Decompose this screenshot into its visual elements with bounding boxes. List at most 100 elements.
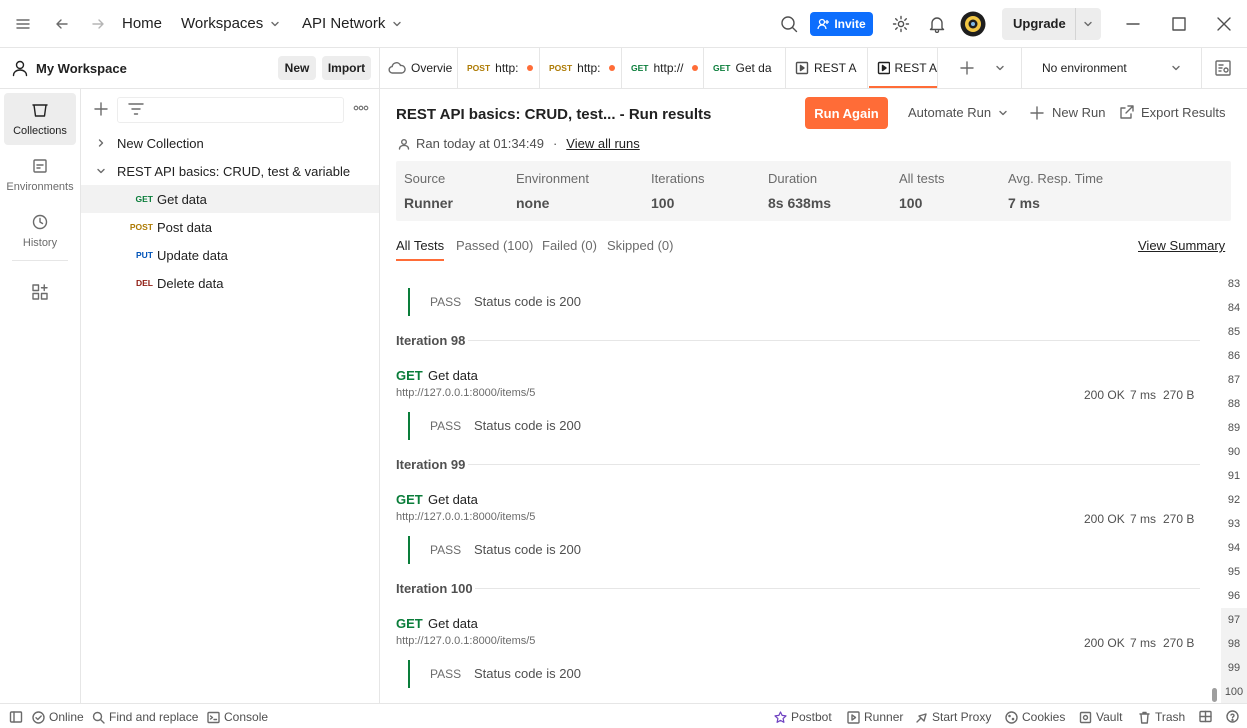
- collections-icon: [32, 104, 48, 117]
- cookies-button[interactable]: Cookies: [1005, 710, 1065, 724]
- trash-button[interactable]: Trash: [1138, 710, 1185, 724]
- find-replace-button[interactable]: Find and replace: [92, 710, 198, 724]
- console-label: Console: [224, 710, 269, 724]
- iteration-number[interactable]: 87: [1221, 368, 1247, 392]
- request-item-post-data[interactable]: POST Post data: [81, 213, 379, 241]
- tab-skipped[interactable]: Skipped (0): [607, 238, 673, 253]
- run-again-button[interactable]: Run Again: [805, 97, 888, 129]
- sidebar-layout-icon: [9, 711, 23, 723]
- sidebar-item-environments[interactable]: Environments: [4, 149, 76, 201]
- menu-icon[interactable]: [15, 16, 31, 32]
- request-name[interactable]: Get data: [428, 616, 478, 631]
- forward-arrow-icon[interactable]: [90, 16, 106, 32]
- test-status: PASS: [430, 295, 462, 309]
- console-button[interactable]: Console: [207, 710, 268, 724]
- iteration-number[interactable]: 95: [1221, 560, 1247, 584]
- settings-gear-icon[interactable]: [892, 15, 910, 33]
- minimize-icon[interactable]: [1125, 16, 1141, 32]
- notifications-bell-icon[interactable]: [928, 15, 946, 33]
- chevron-down-icon: [95, 165, 107, 177]
- iteration-title: Iteration 99: [396, 457, 466, 472]
- iteration-number[interactable]: 100: [1221, 680, 1247, 704]
- apps-grid-icon[interactable]: [31, 283, 49, 301]
- request-item-delete-data[interactable]: DEL Delete data: [81, 269, 379, 297]
- invite-button[interactable]: Invite: [810, 12, 873, 36]
- export-results-button[interactable]: Export Results: [1119, 104, 1226, 120]
- unsaved-dot: [691, 65, 698, 71]
- view-all-runs-link[interactable]: View all runs: [566, 136, 639, 151]
- tabs-overflow-chevron-icon[interactable]: [994, 62, 1006, 74]
- iteration-number[interactable]: 97: [1221, 608, 1247, 632]
- tab-get-data[interactable]: GET Get da: [705, 48, 786, 88]
- runner-button[interactable]: Runner: [847, 710, 903, 724]
- search-input[interactable]: [117, 97, 344, 123]
- iteration-number[interactable]: 84: [1221, 296, 1247, 320]
- api-network-menu[interactable]: API Network: [302, 15, 403, 32]
- automate-run-button[interactable]: Automate Run: [908, 105, 1009, 120]
- postbot-button[interactable]: Postbot: [774, 710, 832, 724]
- layout-toggle[interactable]: [9, 710, 23, 724]
- chevron-down-icon[interactable]: [1082, 18, 1094, 30]
- tab-post-request-2[interactable]: POST http:: [541, 48, 622, 88]
- add-icon[interactable]: [93, 101, 109, 117]
- tab-runner-1[interactable]: REST A: [787, 48, 868, 88]
- layout-grid-button[interactable]: [1199, 710, 1212, 723]
- environments-icon: [33, 159, 47, 173]
- postbot-icon: [774, 710, 787, 723]
- maximize-icon[interactable]: [1171, 16, 1187, 32]
- scrollbar-thumb[interactable]: [1212, 688, 1217, 702]
- sidebar-item-history[interactable]: History: [4, 205, 76, 257]
- online-status[interactable]: Online: [32, 710, 84, 724]
- new-tab-icon[interactable]: [959, 60, 975, 76]
- iteration-number[interactable]: 93: [1221, 512, 1247, 536]
- tab-overview[interactable]: Overvie: [380, 48, 458, 88]
- workspace-name[interactable]: My Workspace: [36, 61, 127, 76]
- tab-failed[interactable]: Failed (0): [542, 238, 597, 253]
- home-link[interactable]: Home: [122, 15, 162, 32]
- iteration-number[interactable]: 85: [1221, 320, 1247, 344]
- avatar[interactable]: [960, 11, 986, 37]
- iteration-number[interactable]: 92: [1221, 488, 1247, 512]
- start-proxy-button[interactable]: Start Proxy: [915, 710, 991, 724]
- workspaces-menu[interactable]: Workspaces: [181, 15, 281, 32]
- upgrade-button[interactable]: Upgrade: [1002, 8, 1101, 40]
- request-item-get-data[interactable]: GET Get data: [81, 185, 379, 213]
- iteration-number[interactable]: 96: [1221, 584, 1247, 608]
- import-button[interactable]: Import: [322, 56, 371, 80]
- summary-source: Source Runner: [404, 171, 453, 211]
- iteration-number[interactable]: 91: [1221, 464, 1247, 488]
- iteration-number[interactable]: 99: [1221, 656, 1247, 680]
- pass-indicator-bar: [408, 412, 410, 440]
- api-network-label: API Network: [302, 15, 386, 32]
- environment-select[interactable]: No environment: [1030, 48, 1190, 88]
- tab-passed[interactable]: Passed (100): [456, 238, 533, 253]
- iteration-number[interactable]: 90: [1221, 440, 1247, 464]
- collection-item-rest-api[interactable]: REST API basics: CRUD, test & variable: [81, 157, 379, 185]
- tab-post-request-1[interactable]: POST http:: [459, 48, 540, 88]
- tab-label: REST A: [894, 61, 937, 75]
- close-icon[interactable]: [1216, 16, 1232, 32]
- iteration-number[interactable]: 98: [1221, 632, 1247, 656]
- request-item-update-data[interactable]: PUT Update data: [81, 241, 379, 269]
- sidebar-item-collections[interactable]: Collections: [4, 93, 76, 145]
- more-options-icon[interactable]: [353, 103, 369, 113]
- environment-quick-look-icon[interactable]: [1214, 59, 1232, 77]
- request-name[interactable]: Get data: [428, 492, 478, 507]
- iteration-number[interactable]: 86: [1221, 344, 1247, 368]
- iteration-number[interactable]: 94: [1221, 536, 1247, 560]
- back-arrow-icon[interactable]: [54, 16, 70, 32]
- request-name[interactable]: Get data: [428, 368, 478, 383]
- help-button[interactable]: [1226, 710, 1239, 723]
- view-summary-link[interactable]: View Summary: [1138, 238, 1225, 253]
- iteration-number[interactable]: 88: [1221, 392, 1247, 416]
- iteration-number[interactable]: 83: [1221, 272, 1247, 296]
- new-button[interactable]: New: [278, 56, 316, 80]
- search-icon[interactable]: [780, 15, 798, 33]
- tab-all-tests[interactable]: All Tests: [396, 238, 444, 253]
- iteration-number[interactable]: 89: [1221, 416, 1247, 440]
- vault-button[interactable]: Vault: [1079, 710, 1122, 724]
- new-run-button[interactable]: New Run: [1030, 105, 1105, 120]
- tab-get-request[interactable]: GET http://: [623, 48, 704, 88]
- tab-runner-2[interactable]: REST A: [869, 48, 938, 88]
- collection-item-new[interactable]: New Collection: [81, 129, 379, 157]
